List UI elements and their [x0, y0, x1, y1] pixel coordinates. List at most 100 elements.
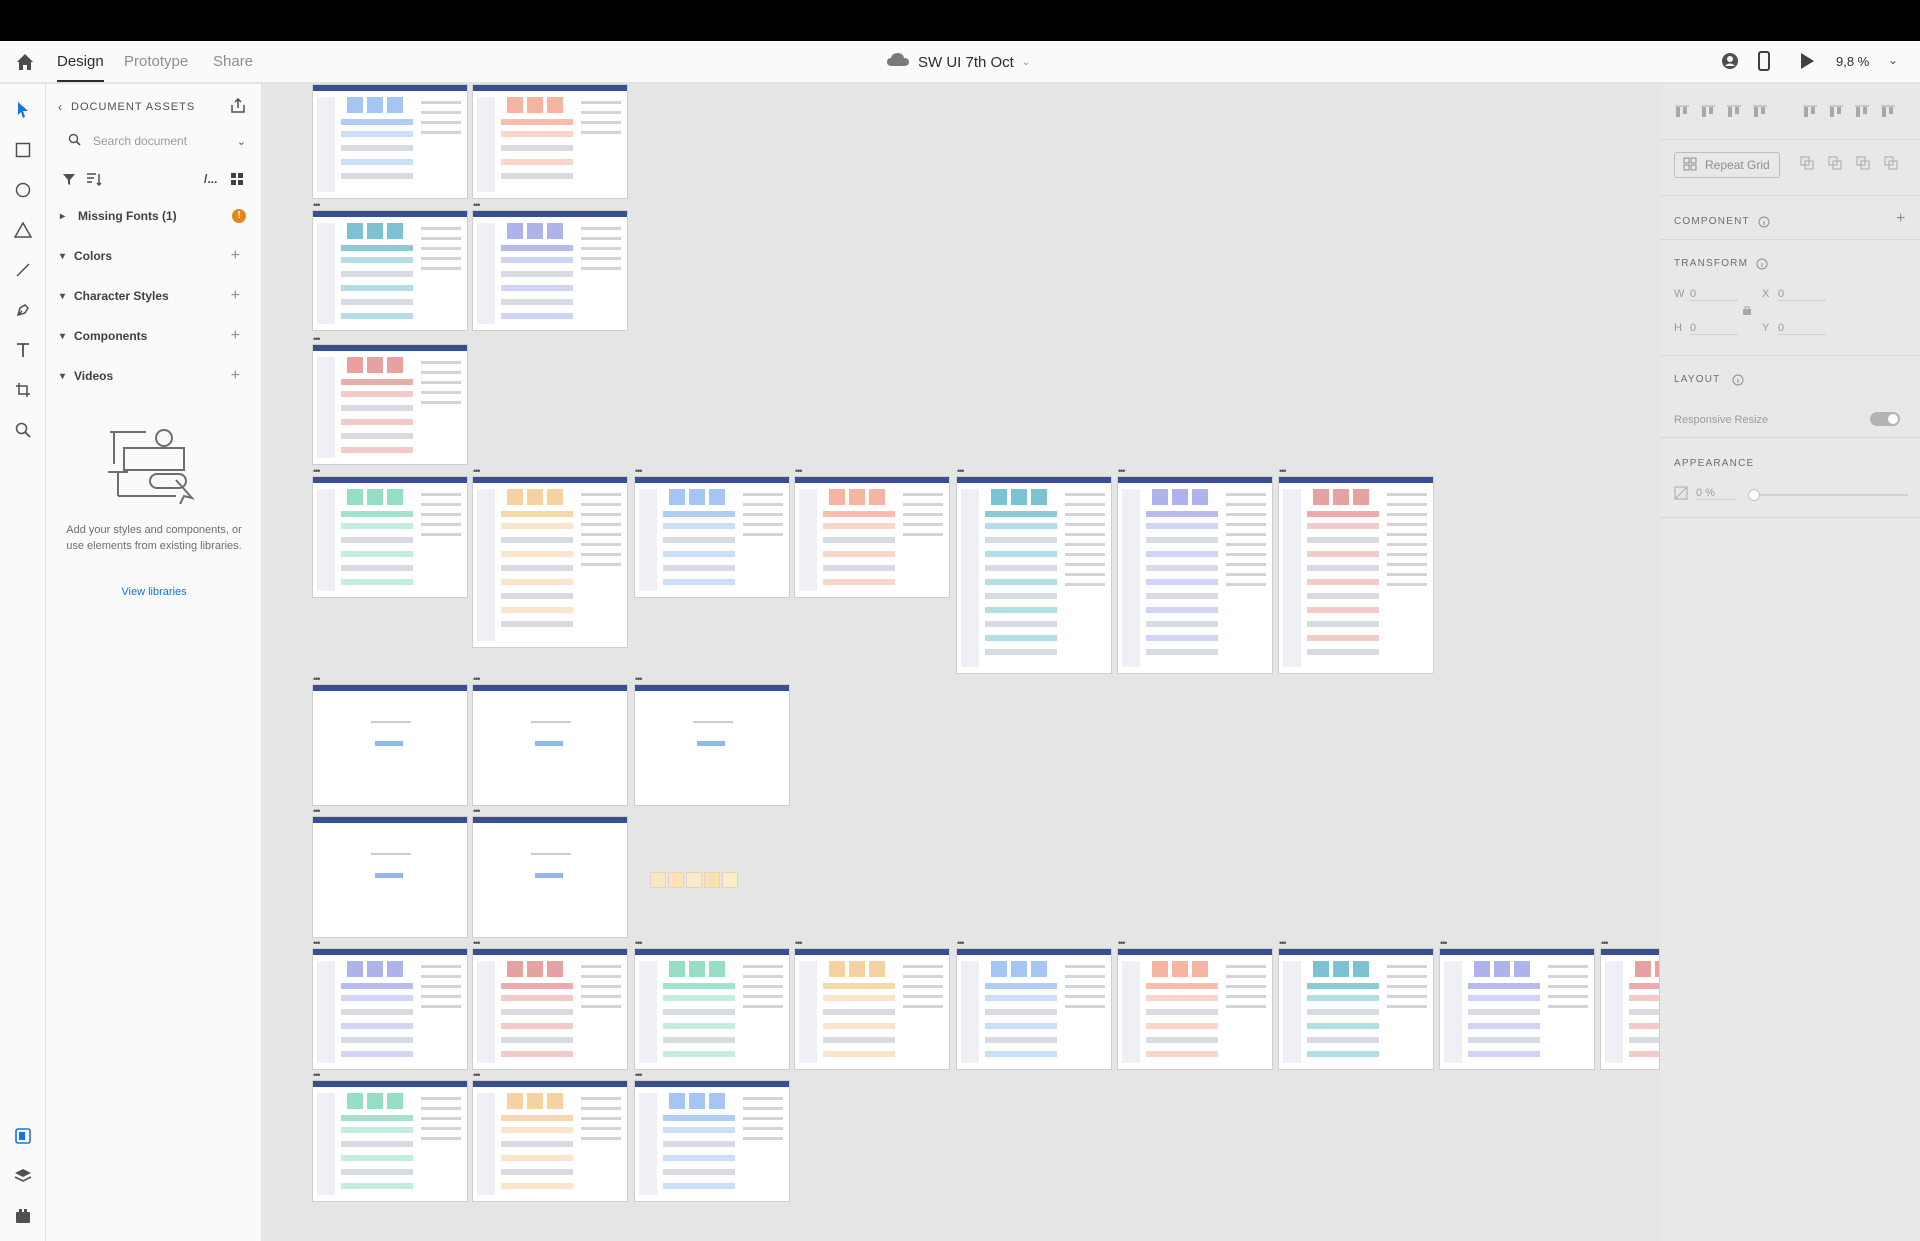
artboard-more-icon[interactable]: ••• — [473, 1070, 481, 1080]
plugins-panel-icon[interactable] — [11, 1204, 35, 1228]
artboard[interactable] — [312, 84, 468, 199]
artboard-more-icon[interactable]: ••• — [795, 938, 803, 948]
artboard-more-icon[interactable]: ••• — [1279, 938, 1287, 948]
document-title[interactable]: SW UI 7th Oct ⌄ — [886, 52, 1030, 72]
artboard[interactable] — [472, 476, 628, 648]
boolean-add-icon[interactable] — [1800, 156, 1814, 175]
chevron-left-icon[interactable]: ‹ — [58, 100, 63, 114]
search-input[interactable]: Search document — [93, 134, 187, 148]
height-input[interactable]: 0 — [1690, 322, 1738, 335]
share-export-icon[interactable] — [230, 97, 246, 119]
distribute-vertical-icon[interactable] — [1752, 104, 1768, 120]
artboard-more-icon[interactable]: ••• — [313, 334, 321, 344]
artboard-more-icon[interactable]: ••• — [473, 674, 481, 684]
artboard-more-icon[interactable]: ••• — [473, 806, 481, 816]
artboard[interactable] — [472, 816, 628, 938]
text-style-toggle[interactable]: /... — [204, 172, 217, 186]
boolean-exclude-icon[interactable] — [1884, 156, 1898, 175]
polygon-tool-icon[interactable] — [11, 218, 35, 242]
repeat-grid-button[interactable]: Repeat Grid — [1674, 152, 1780, 178]
artboard[interactable] — [312, 1080, 468, 1202]
filter-icon[interactable] — [62, 172, 76, 191]
artboard-more-icon[interactable]: ••• — [313, 674, 321, 684]
artboard-more-icon[interactable]: ••• — [635, 674, 643, 684]
assets-header[interactable]: ‹ DOCUMENT ASSETS — [58, 100, 195, 114]
color-swatch-group[interactable] — [668, 872, 684, 888]
width-input[interactable]: 0 — [1690, 288, 1738, 301]
user-icon[interactable] — [1720, 51, 1740, 76]
artboard[interactable] — [1600, 948, 1660, 1070]
select-tool-icon[interactable] — [11, 98, 35, 122]
artboard[interactable] — [472, 1080, 628, 1202]
colors-section[interactable]: ▾ Colors + — [60, 246, 252, 266]
artboard[interactable] — [1117, 476, 1273, 674]
artboard[interactable] — [312, 816, 468, 938]
artboard[interactable] — [472, 84, 628, 199]
artboard-more-icon[interactable]: ••• — [1279, 466, 1287, 476]
align-left-icon[interactable] — [1802, 104, 1818, 120]
sort-icon[interactable] — [86, 172, 102, 191]
artboard-more-icon[interactable]: ••• — [313, 806, 321, 816]
artboard[interactable] — [956, 476, 1112, 674]
artboard-more-icon[interactable]: ••• — [313, 938, 321, 948]
boolean-subtract-icon[interactable] — [1828, 156, 1842, 175]
missing-fonts-row[interactable]: ▸ Missing Fonts (1) ! — [60, 206, 252, 226]
add-character-style-icon[interactable]: + — [231, 287, 240, 305]
artboard-more-icon[interactable]: ••• — [473, 200, 481, 210]
play-preview-icon[interactable] — [1798, 51, 1816, 76]
boolean-intersect-icon[interactable] — [1856, 156, 1870, 175]
opacity-slider-track[interactable] — [1748, 494, 1908, 496]
artboard[interactable] — [794, 476, 950, 598]
artboard-tool-icon[interactable] — [11, 378, 35, 402]
opacity-slider-handle[interactable] — [1748, 489, 1760, 501]
artboard-more-icon[interactable]: ••• — [313, 1070, 321, 1080]
opacity-input[interactable]: 0 % — [1696, 487, 1736, 500]
line-tool-icon[interactable] — [11, 258, 35, 282]
text-tool-icon[interactable] — [11, 338, 35, 362]
design-canvas[interactable]: ••• ••• ••• ••• ••• ••• ••• ••• ••• ••• ••• ••• ••• •… — [262, 84, 1660, 1241]
y-input[interactable]: 0 — [1778, 322, 1826, 335]
artboard[interactable] — [956, 948, 1112, 1070]
grid-view-icon[interactable] — [230, 172, 244, 191]
videos-section[interactable]: ▾ Videos + — [60, 366, 252, 386]
color-swatch-group[interactable] — [650, 872, 666, 888]
artboard[interactable] — [1278, 476, 1434, 674]
artboard-more-icon[interactable]: ••• — [957, 938, 965, 948]
x-input[interactable]: 0 — [1778, 288, 1826, 301]
artboard[interactable] — [634, 684, 790, 806]
artboard[interactable] — [312, 210, 468, 331]
artboard-more-icon[interactable]: ••• — [635, 1070, 643, 1080]
artboard-more-icon[interactable]: ••• — [635, 938, 643, 948]
artboard[interactable] — [472, 684, 628, 806]
artboard-more-icon[interactable]: ••• — [957, 466, 965, 476]
tab-prototype[interactable]: Prototype — [124, 53, 188, 70]
align-right-icon[interactable] — [1854, 104, 1870, 120]
rectangle-tool-icon[interactable] — [11, 138, 35, 162]
zoom-tool-icon[interactable] — [11, 418, 35, 442]
layers-panel-icon[interactable] — [11, 1164, 35, 1188]
search-chevron-icon[interactable]: ⌄ — [237, 135, 246, 148]
artboard[interactable] — [1278, 948, 1434, 1070]
artboard-more-icon[interactable]: ••• — [1601, 938, 1609, 948]
distribute-horizontal-icon[interactable] — [1880, 104, 1896, 120]
artboard[interactable] — [472, 948, 628, 1070]
artboard[interactable] — [634, 476, 790, 598]
artboard[interactable] — [312, 948, 468, 1070]
artboard[interactable] — [312, 684, 468, 806]
pen-tool-icon[interactable] — [11, 298, 35, 322]
align-middle-icon[interactable] — [1700, 104, 1716, 120]
artboard-more-icon[interactable]: ••• — [1118, 938, 1126, 948]
lock-aspect-icon[interactable] — [1742, 302, 1752, 320]
character-styles-section[interactable]: ▾ Character Styles + — [60, 286, 252, 306]
align-bottom-icon[interactable] — [1726, 104, 1742, 120]
artboard-more-icon[interactable]: ••• — [473, 938, 481, 948]
align-center-icon[interactable] — [1828, 104, 1844, 120]
zoom-level[interactable]: 9,8 % — [1836, 54, 1869, 69]
artboard[interactable] — [794, 948, 950, 1070]
artboard-more-icon[interactable]: ••• — [313, 200, 321, 210]
align-top-icon[interactable] — [1674, 104, 1690, 120]
tab-share[interactable]: Share — [213, 53, 253, 70]
artboard[interactable] — [1439, 948, 1595, 1070]
artboard-more-icon[interactable]: ••• — [313, 466, 321, 476]
artboard-more-icon[interactable]: ••• — [473, 466, 481, 476]
